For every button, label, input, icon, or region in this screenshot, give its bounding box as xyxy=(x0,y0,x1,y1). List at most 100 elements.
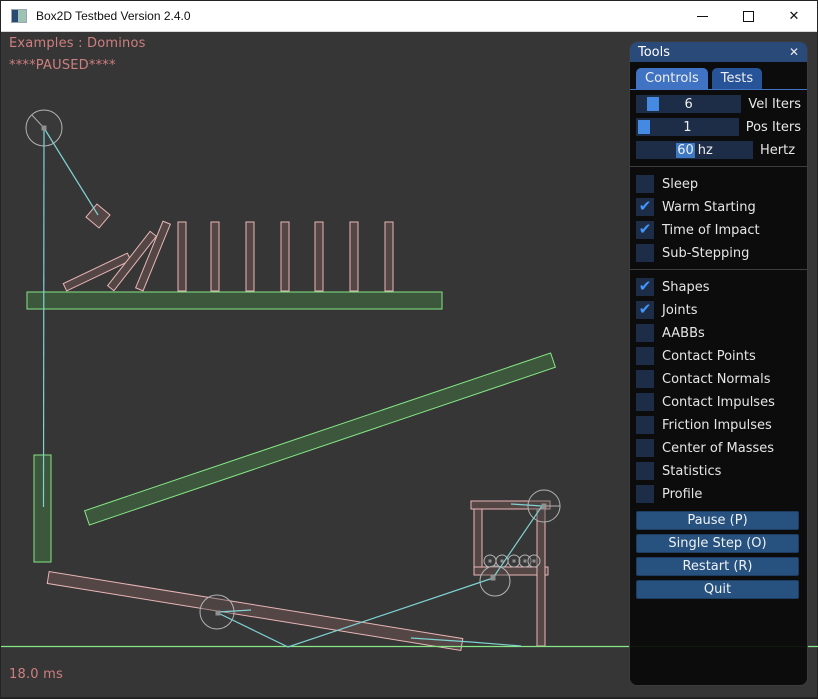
tab-bar: ControlsTests xyxy=(630,62,807,90)
tab-tests[interactable]: Tests xyxy=(712,68,762,89)
slider-label: Pos Iters xyxy=(746,120,801,135)
joint-line xyxy=(44,128,98,215)
tab-controls[interactable]: Controls xyxy=(636,68,708,89)
standing-domino xyxy=(281,222,289,291)
checkbox-contact-points[interactable] xyxy=(636,347,654,365)
checkbox-contact-normals[interactable] xyxy=(636,370,654,388)
minimize-icon xyxy=(697,16,708,17)
checkbox-label: Profile xyxy=(662,487,702,502)
vel-iters-slider[interactable]: 6 xyxy=(636,95,741,113)
checkbox-row-center-of-masses: Center of Masses xyxy=(636,439,801,457)
ball-anchor xyxy=(524,560,527,563)
standing-domino xyxy=(315,222,323,291)
slider-grab[interactable] xyxy=(638,120,650,134)
hertz-unit: hz xyxy=(698,143,713,158)
checkbox-row-shapes: ✔ Shapes xyxy=(636,278,801,296)
slider-value: 1 xyxy=(683,120,691,135)
checkbox-sleep[interactable] xyxy=(636,175,654,193)
hertz-row: 60hzHertz xyxy=(636,141,801,159)
joint-line xyxy=(44,128,45,507)
checkbox-label: Contact Points xyxy=(662,349,756,364)
left-pillar xyxy=(34,455,51,562)
checkbox-row-contact-normals: Contact Normals xyxy=(636,370,801,388)
slider-grab[interactable] xyxy=(647,97,659,111)
frame-time-label: 18.0 ms xyxy=(9,667,63,682)
paused-label: ****PAUSED**** xyxy=(9,58,116,73)
checkbox-label: AABBs xyxy=(662,326,705,341)
button-pause-p[interactable]: Pause (P) xyxy=(636,511,799,530)
joint-anchor xyxy=(542,504,547,509)
close-button[interactable]: ✕ xyxy=(771,1,817,31)
button-quit[interactable]: Quit xyxy=(636,580,799,599)
slider-row-pos-iters: 1 Pos Iters xyxy=(636,118,801,136)
ball-anchor xyxy=(501,560,504,563)
checkbox-shapes[interactable]: ✔ xyxy=(636,278,654,296)
checkbox-label: Time of Impact xyxy=(662,223,760,238)
slider-row-vel-iters: 6 Vel Iters xyxy=(636,95,801,113)
checkbox-label: Sub-Stepping xyxy=(662,246,749,261)
checkbox-warm-starting[interactable]: ✔ xyxy=(636,198,654,216)
tools-panel-titlebar[interactable]: Tools ✕ xyxy=(630,42,807,62)
button-single-step-o[interactable]: Single Step (O) xyxy=(636,534,799,553)
window-title: Box2D Testbed Version 2.4.0 xyxy=(36,9,191,23)
joint-anchor xyxy=(216,611,221,616)
frame-left-post xyxy=(474,509,482,569)
standing-domino xyxy=(246,222,254,291)
standing-domino xyxy=(350,222,358,291)
checkbox-label: Contact Impulses xyxy=(662,395,775,410)
checkbox-label: Friction Impulses xyxy=(662,418,772,433)
example-label: Examples : Dominos xyxy=(9,36,146,51)
standing-domino xyxy=(385,222,393,291)
titlebar[interactable]: Box2D Testbed Version 2.4.0 ✕ xyxy=(1,1,817,32)
hertz-input[interactable]: 60hz xyxy=(636,141,753,159)
checkbox-label: Contact Normals xyxy=(662,372,771,387)
checkbox-row-sleep: Sleep xyxy=(636,175,801,193)
checkbox-joints[interactable]: ✔ xyxy=(636,301,654,319)
checkbox-center-of-masses[interactable] xyxy=(636,439,654,457)
button-restart-r[interactable]: Restart (R) xyxy=(636,557,799,576)
checkbox-sub-stepping[interactable] xyxy=(636,244,654,262)
checkbox-row-contact-impulses: Contact Impulses xyxy=(636,393,801,411)
checkbox-friction-impulses[interactable] xyxy=(636,416,654,434)
bottom-plank xyxy=(47,572,463,651)
tools-panel-title: Tools xyxy=(638,45,670,60)
joint-anchor xyxy=(491,576,496,581)
maximize-icon xyxy=(743,11,754,22)
checkbox-label: Statistics xyxy=(662,464,721,479)
standing-domino xyxy=(211,222,219,291)
checkbox-contact-impulses[interactable] xyxy=(636,393,654,411)
hertz-value-selected: 60 xyxy=(676,143,695,158)
minimize-button[interactable] xyxy=(679,1,725,31)
tools-panel-close-icon[interactable]: ✕ xyxy=(789,46,799,58)
checkmark-icon: ✔ xyxy=(639,199,652,214)
separator xyxy=(630,269,807,270)
checkbox-row-time-of-impact: ✔ Time of Impact xyxy=(636,221,801,239)
slider-label: Vel Iters xyxy=(748,97,801,112)
checkbox-label: Shapes xyxy=(662,280,709,295)
app-window: Box2D Testbed Version 2.4.0 ✕ Examples :… xyxy=(0,0,818,698)
checkbox-aabbs[interactable] xyxy=(636,324,654,342)
close-icon: ✕ xyxy=(789,10,800,23)
ball-anchor xyxy=(489,560,492,563)
top-platform xyxy=(27,292,442,309)
checkbox-row-profile: Profile xyxy=(636,485,801,503)
tumbling-block xyxy=(86,204,110,228)
checkbox-time-of-impact[interactable]: ✔ xyxy=(636,221,654,239)
checkbox-label: Warm Starting xyxy=(662,200,756,215)
checkbox-row-contact-points: Contact Points xyxy=(636,347,801,365)
ball-anchor xyxy=(513,560,516,563)
checkbox-label: Sleep xyxy=(662,177,698,192)
checkmark-icon: ✔ xyxy=(639,222,652,237)
tools-panel-body: 6 Vel Iters 1 Pos Iters 60hzHertz Sleep ✔ Warm … xyxy=(630,90,807,599)
checkbox-row-friction-impulses: Friction Impulses xyxy=(636,416,801,434)
checkbox-statistics[interactable] xyxy=(636,462,654,480)
slider-value: 6 xyxy=(685,97,693,112)
checkbox-row-aabbs: AABBs xyxy=(636,324,801,342)
ball-anchor xyxy=(533,560,536,563)
maximize-button[interactable] xyxy=(725,1,771,31)
pos-iters-slider[interactable]: 1 xyxy=(636,118,739,136)
checkbox-row-statistics: Statistics xyxy=(636,462,801,480)
checkbox-row-joints: ✔Joints xyxy=(636,301,801,319)
checkbox-profile[interactable] xyxy=(636,485,654,503)
tools-panel: Tools ✕ ControlsTests 6 Vel Iters 1 Pos Ite… xyxy=(629,41,808,686)
